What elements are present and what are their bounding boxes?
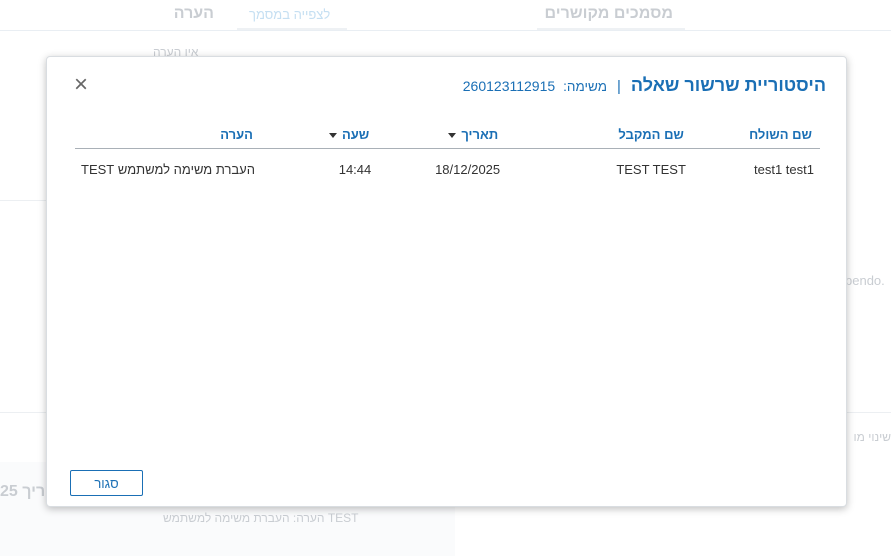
cell-sender: test1 test1 — [754, 162, 814, 177]
close-button[interactable]: סגור — [70, 470, 143, 496]
dialog-header: היסטוריית שרשור שאלה | משימה: 2601231129… — [463, 75, 826, 96]
history-table: שם השולח שם המקבל תאריך שעה הערה test1 t… — [75, 118, 820, 177]
sort-down-icon — [328, 132, 337, 138]
task-label: משימה: — [563, 79, 607, 94]
tab-related-documents[interactable]: מסמכים מקושרים — [545, 5, 673, 23]
cell-time: 14:44 — [338, 162, 372, 177]
title-separator: | — [617, 78, 621, 95]
background-panel-date: ריך 25 — [0, 483, 46, 500]
background-side-text: pendo. — [845, 273, 885, 288]
column-header-date[interactable]: תאריך — [377, 118, 507, 149]
table-header-row: שם השולח שם המקבל תאריך שעה הערה — [75, 118, 820, 149]
divider — [0, 200, 46, 201]
preview-document-link[interactable]: לצפייה במסמך — [249, 7, 330, 22]
dialog-title: היסטוריית שרשור שאלה — [630, 75, 826, 95]
background-tab-bar — [0, 0, 891, 31]
tab-underline — [237, 28, 347, 30]
column-header-time[interactable]: שעה — [260, 118, 378, 149]
sort-down-icon — [448, 132, 457, 138]
task-number: 260123112915 — [462, 78, 556, 94]
background-side-label: שינוי מו — [853, 430, 891, 444]
table-row: test1 test1 TEST TEST 18/12/2025 14:44 ה… — [75, 149, 820, 177]
cell-date: 18/12/2025 — [435, 162, 501, 177]
question-thread-history-dialog: היסטוריית שרשור שאלה | משימה: 2601231129… — [46, 56, 847, 507]
cell-note: העברת משימה למשתמש TEST — [81, 162, 255, 177]
close-icon[interactable]: × — [70, 73, 92, 97]
tab-note[interactable]: הערה — [174, 5, 214, 23]
cell-receiver: TEST TEST — [616, 162, 686, 177]
column-header-note[interactable]: הערה — [75, 118, 261, 149]
column-header-receiver[interactable]: שם המקבל — [506, 118, 692, 149]
background-panel-note: הערה: העברת משימה למשתמש TEST — [163, 511, 359, 525]
column-header-sender[interactable]: שם השולח — [691, 118, 820, 149]
tab-underline — [537, 28, 685, 30]
